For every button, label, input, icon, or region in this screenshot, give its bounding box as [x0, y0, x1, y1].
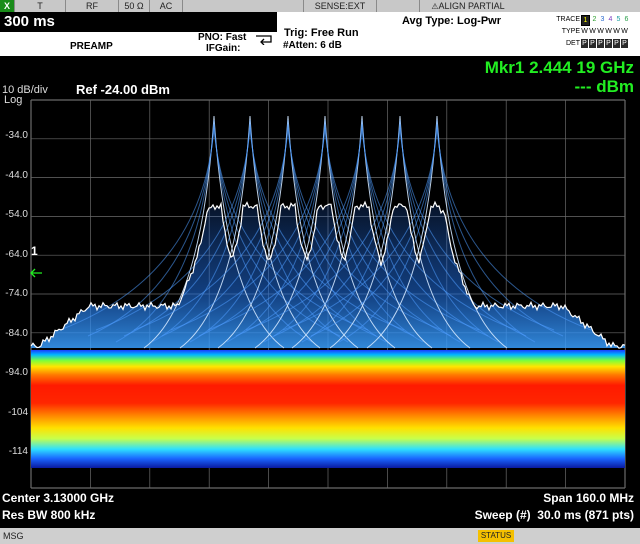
trace-type-cell: W — [605, 28, 612, 35]
trace-type-cell: W — [597, 28, 604, 35]
sweep-readout[interactable]: Sweep (#) 30.0 ms (871 pts) — [475, 508, 634, 522]
impedance-indicator: 50 Ω — [119, 0, 150, 12]
trace-num-cell[interactable]: 5 — [615, 15, 622, 24]
trace-det-cell: P — [581, 39, 588, 48]
trace-num-cell[interactable]: 4 — [607, 15, 614, 24]
center-frequency[interactable]: Center 3.13000 GHz — [2, 491, 114, 505]
trace-det-cell: P — [621, 39, 628, 48]
trace-types: WWWWWW — [581, 27, 629, 36]
avg-type-label: Avg Type: Log-Pwr — [402, 15, 501, 27]
trace-type-cell: W — [581, 28, 588, 35]
ifgain-toggle-icon[interactable] — [254, 33, 274, 45]
type-row-label: TYPE — [561, 28, 580, 35]
message-bar: MSG STATUS — [0, 528, 640, 544]
noise-floor-density — [31, 350, 625, 468]
marker-number-label: 1 — [31, 244, 38, 258]
trigger-label: Trig: Free Run — [284, 27, 359, 39]
trace-type-cell: W — [613, 28, 620, 35]
span-readout[interactable]: Span 160.0 MHz — [543, 491, 634, 505]
spectrum-plot — [30, 99, 626, 489]
trace-num-cell[interactable]: 3 — [599, 15, 606, 24]
status-blank — [183, 0, 304, 12]
trace-num-cell[interactable]: 2 — [591, 15, 598, 24]
resolution-bandwidth[interactable]: Res BW 800 kHz — [2, 508, 95, 522]
x-indicator: X — [0, 0, 15, 12]
trace-panel: TRACE 123456 TYPE WWWWWW DET PPPPPP — [548, 14, 638, 52]
signal-density-fill — [31, 202, 625, 349]
msg-label: MSG — [3, 531, 24, 541]
sweep-time-readout[interactable]: 300 ms — [0, 12, 277, 32]
det-row-label: DET — [566, 40, 580, 47]
trace-det-cell: P — [597, 39, 604, 48]
trace-detectors: PPPPPP — [581, 39, 629, 48]
trace-det-cell: P — [613, 39, 620, 48]
trace-row-label: TRACE — [556, 16, 580, 23]
coupling-indicator: AC — [150, 0, 183, 12]
marker-arrow-icon — [30, 268, 42, 278]
sense-indicator: SENSE:EXT — [304, 0, 377, 12]
align-indicator: ⚠ALIGN PARTIAL — [431, 1, 505, 11]
atten-label: #Atten: 6 dB — [283, 40, 342, 51]
pno-label: PNO: Fast — [198, 32, 247, 43]
trace-type-cell: W — [621, 28, 628, 35]
status-button[interactable]: STATUS — [478, 530, 514, 542]
rf-indicator: RF — [66, 0, 119, 12]
trace-num-cell[interactable]: 1 — [581, 15, 590, 26]
trace-num-cell[interactable]: 6 — [623, 15, 630, 24]
trace-det-cell: P — [589, 39, 596, 48]
trace-type-cell: W — [589, 28, 596, 35]
status-blank-2 — [377, 0, 420, 12]
t-indicator: T — [15, 0, 66, 12]
trace-det-cell: P — [605, 39, 612, 48]
trace-numbers[interactable]: 123456 — [581, 15, 631, 26]
ifgain-label: IFGain: — [206, 43, 241, 54]
preamp-label: PREAMP — [70, 41, 113, 52]
